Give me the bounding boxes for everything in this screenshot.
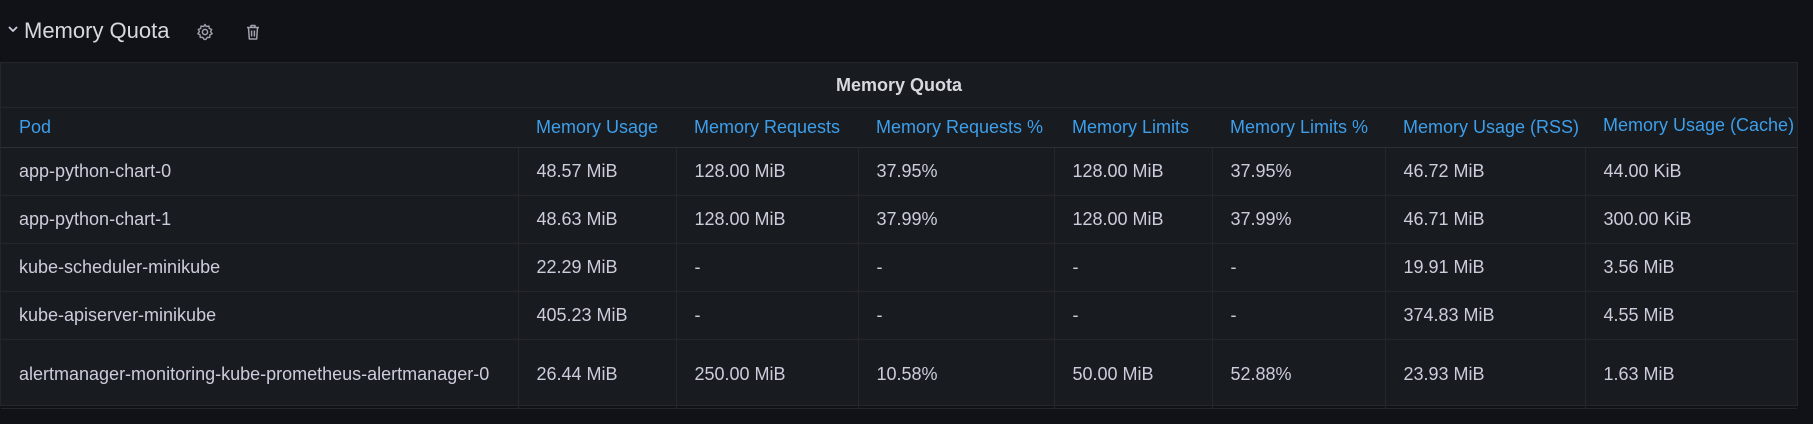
cell-memory-usage: 26.44 MiB — [517, 339, 676, 409]
cell-memory-requests-pct: - — [857, 291, 1054, 340]
column-header-memory-requests[interactable]: Memory Requests — [676, 107, 858, 148]
column-header-memory-usage-rss[interactable]: Memory Usage (RSS) — [1385, 107, 1585, 148]
cell-memory-usage: 405.23 MiB — [517, 291, 676, 340]
cell-memory-usage: 48.57 MiB — [517, 147, 676, 196]
column-header-memory-requests-pct[interactable]: Memory Requests % — [858, 107, 1054, 148]
cell-memory-usage-cache: 44.00 KiB — [1584, 147, 1797, 196]
cell-memory-usage-cache: 3.56 MiB — [1584, 243, 1797, 292]
trash-icon[interactable] — [243, 22, 263, 42]
cell-memory-usage-cache: 1.63 MiB — [1584, 339, 1797, 409]
cell-memory-requests-pct: 37.95% — [857, 147, 1054, 196]
table-row: kube-scheduler-minikube 22.29 MiB - - - … — [1, 243, 1797, 292]
cell-memory-usage: 48.63 MiB — [517, 195, 676, 244]
cell-memory-usage-cache: 300.00 KiB — [1584, 195, 1797, 244]
cell-pod: app-python-chart-0 — [1, 147, 518, 196]
row-header: Memory Quota — [0, 0, 1813, 60]
cell-memory-usage-rss: 23.93 MiB — [1384, 339, 1585, 409]
column-header-memory-usage[interactable]: Memory Usage — [518, 107, 676, 148]
cell-memory-limits-pct: 37.95% — [1211, 147, 1385, 196]
cell-memory-limits: - — [1053, 291, 1212, 340]
cell-memory-requests-pct: - — [857, 243, 1054, 292]
column-header-memory-limits[interactable]: Memory Limits — [1054, 107, 1212, 148]
column-header-memory-limits-pct[interactable]: Memory Limits % — [1212, 107, 1385, 148]
column-header-pod[interactable]: Pod — [1, 107, 518, 148]
cell-memory-usage-rss: 19.91 MiB — [1384, 243, 1585, 292]
cell-memory-limits: - — [1053, 243, 1212, 292]
cell-memory-limits-pct: 52.88% — [1211, 339, 1385, 409]
cell-memory-requests: - — [675, 291, 858, 340]
memory-quota-table: Pod Memory Usage Memory Requests Memory … — [1, 107, 1797, 409]
cell-memory-usage: 22.29 MiB — [517, 243, 676, 292]
table-panel: Memory Quota Pod Memory Usage Memory Req… — [0, 62, 1798, 409]
cell-pod: kube-apiserver-minikube — [1, 291, 518, 340]
cell-memory-requests: 250.00 MiB — [675, 339, 858, 409]
panel-title[interactable]: Memory Quota — [1, 63, 1797, 107]
cell-memory-requests: 128.00 MiB — [675, 195, 858, 244]
cell-memory-usage-rss: 46.72 MiB — [1384, 147, 1585, 196]
cell-memory-requests-pct: 37.99% — [857, 195, 1054, 244]
table-row: app-python-chart-1 48.63 MiB 128.00 MiB … — [1, 195, 1797, 244]
cell-memory-limits-pct: - — [1211, 291, 1385, 340]
cell-memory-requests-pct: 10.58% — [857, 339, 1054, 409]
cell-pod: alertmanager-monitoring-kube-prometheus-… — [1, 339, 518, 409]
cell-memory-usage-rss: 46.71 MiB — [1384, 195, 1585, 244]
cell-memory-limits: 128.00 MiB — [1053, 195, 1212, 244]
column-header-memory-usage-cache[interactable]: Memory Usage (Cache) — [1585, 107, 1797, 148]
cell-pod: app-python-chart-1 — [1, 195, 518, 244]
cell-memory-limits-pct: 37.99% — [1211, 195, 1385, 244]
cell-memory-requests: 128.00 MiB — [675, 147, 858, 196]
row-title[interactable]: Memory Quota — [24, 18, 170, 44]
chevron-down-icon[interactable] — [6, 22, 20, 36]
header-row: Pod Memory Usage Memory Requests Memory … — [1, 107, 1797, 148]
table-row: alertmanager-monitoring-kube-prometheus-… — [1, 339, 1797, 409]
cell-memory-usage-rss: 374.83 MiB — [1384, 291, 1585, 340]
cell-memory-requests: - — [675, 243, 858, 292]
table-row: app-python-chart-0 48.57 MiB 128.00 MiB … — [1, 147, 1797, 196]
cell-memory-limits-pct: - — [1211, 243, 1385, 292]
cell-pod: kube-scheduler-minikube — [1, 243, 518, 292]
cell-memory-limits: 50.00 MiB — [1053, 339, 1212, 409]
cell-memory-limits: 128.00 MiB — [1053, 147, 1212, 196]
cell-memory-usage-cache: 4.55 MiB — [1584, 291, 1797, 340]
gear-icon[interactable] — [195, 22, 215, 42]
table-row: kube-apiserver-minikube 405.23 MiB - - -… — [1, 291, 1797, 340]
